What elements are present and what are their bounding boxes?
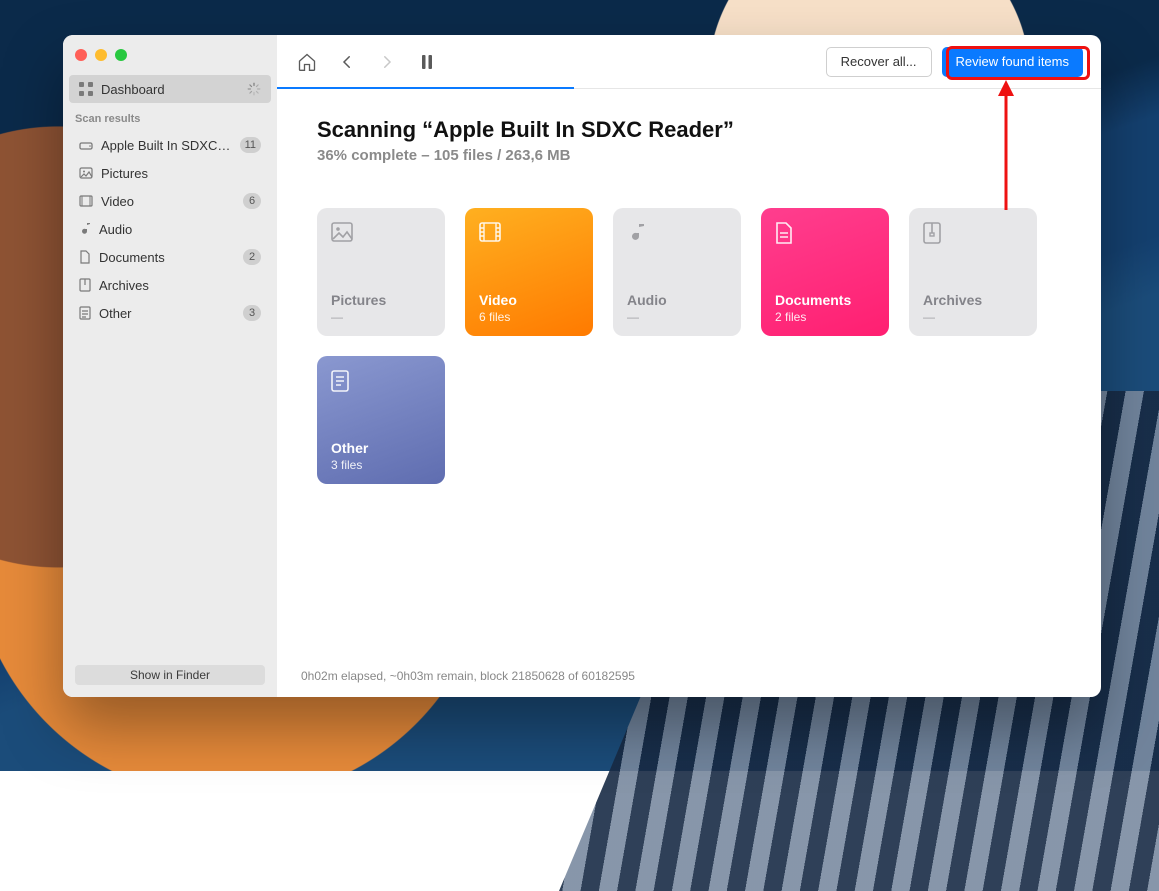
close-window-button[interactable]	[75, 49, 87, 61]
card-title: Documents	[775, 292, 875, 308]
card-count: —	[627, 310, 727, 324]
sidebar: Dashboard Scan results Apple Built In SD…	[63, 35, 277, 697]
status-text: 0h02m elapsed, ~0h03m remain, block 2185…	[277, 655, 1101, 697]
sidebar-item-label: Pictures	[101, 166, 148, 181]
drive-icon	[79, 139, 93, 151]
sidebar-item-video[interactable]: Video 6	[69, 187, 271, 215]
review-found-items-button[interactable]: Review found items	[942, 47, 1083, 77]
card-title: Video	[479, 292, 579, 308]
sidebar-item-archives[interactable]: Archives	[69, 271, 271, 299]
card-audio[interactable]: Audio —	[613, 208, 741, 336]
recover-all-button[interactable]: Recover all...	[826, 47, 932, 77]
scan-progress-bar	[277, 87, 574, 89]
sidebar-item-pictures[interactable]: Pictures	[69, 159, 271, 187]
sidebar-item-device[interactable]: Apple Built In SDXC… 11	[69, 131, 271, 159]
content-area: Scanning “Apple Built In SDXC Reader” 36…	[277, 89, 1101, 655]
forward-button[interactable]	[375, 50, 399, 74]
video-icon	[479, 222, 501, 244]
zoom-window-button[interactable]	[115, 49, 127, 61]
sidebar-item-label: Archives	[99, 278, 149, 293]
card-title: Audio	[627, 292, 727, 308]
home-button[interactable]	[295, 50, 319, 74]
card-count: —	[331, 310, 431, 324]
pause-button[interactable]	[415, 50, 439, 74]
sidebar-item-label: Apple Built In SDXC…	[101, 138, 230, 153]
other-icon	[331, 370, 353, 392]
sidebar-item-audio[interactable]: Audio	[69, 215, 271, 243]
minimize-window-button[interactable]	[95, 49, 107, 61]
count-badge: 11	[240, 137, 261, 153]
count-badge: 6	[243, 193, 261, 209]
page-title: Scanning “Apple Built In SDXC Reader”	[317, 117, 1061, 143]
sidebar-item-label: Video	[101, 194, 134, 209]
card-documents[interactable]: Documents 2 files	[761, 208, 889, 336]
category-cards: Pictures — Video 6 files Audio — Documents 2…	[317, 208, 1061, 484]
main-panel: Recover all... Review found items Scanni…	[277, 35, 1101, 697]
video-icon	[79, 195, 93, 207]
card-archives[interactable]: Archives —	[909, 208, 1037, 336]
card-other[interactable]: Other 3 files	[317, 356, 445, 484]
card-title: Pictures	[331, 292, 431, 308]
sidebar-item-label: Audio	[99, 222, 132, 237]
documents-icon	[775, 222, 797, 244]
other-icon	[79, 306, 91, 320]
sidebar-heading-scan-results: Scan results	[63, 103, 277, 131]
pictures-icon	[79, 167, 93, 179]
card-count: —	[923, 310, 1023, 324]
sidebar-item-label: Dashboard	[101, 82, 165, 97]
card-title: Other	[331, 440, 431, 456]
documents-icon	[79, 250, 91, 264]
back-button[interactable]	[335, 50, 359, 74]
count-badge: 3	[243, 305, 261, 321]
show-in-finder-button[interactable]: Show in Finder	[75, 665, 265, 685]
scan-subtitle: 36% complete – 105 files / 263,6 MB	[317, 147, 1061, 164]
count-badge: 2	[243, 249, 261, 265]
app-window: Dashboard Scan results Apple Built In SD…	[63, 35, 1101, 697]
sidebar-item-documents[interactable]: Documents 2	[69, 243, 271, 271]
button-label: Show in Finder	[130, 668, 210, 682]
card-title: Archives	[923, 292, 1023, 308]
spinner-icon	[247, 82, 261, 96]
card-count: 6 files	[479, 310, 579, 324]
card-count: 2 files	[775, 310, 875, 324]
archives-icon	[79, 278, 91, 292]
button-label: Review found items	[956, 54, 1069, 69]
audio-icon	[79, 222, 91, 236]
card-pictures[interactable]: Pictures —	[317, 208, 445, 336]
button-label: Recover all...	[841, 54, 917, 69]
sidebar-item-label: Other	[99, 306, 132, 321]
sidebar-item-label: Documents	[99, 250, 165, 265]
grid-icon	[79, 82, 93, 96]
window-traffic-lights	[63, 35, 277, 75]
pictures-icon	[331, 222, 353, 244]
toolbar: Recover all... Review found items	[277, 35, 1101, 89]
card-video[interactable]: Video 6 files	[465, 208, 593, 336]
sidebar-item-dashboard[interactable]: Dashboard	[69, 75, 271, 103]
sidebar-item-other[interactable]: Other 3	[69, 299, 271, 327]
card-count: 3 files	[331, 458, 431, 472]
archives-icon	[923, 222, 945, 244]
audio-icon	[627, 222, 649, 244]
